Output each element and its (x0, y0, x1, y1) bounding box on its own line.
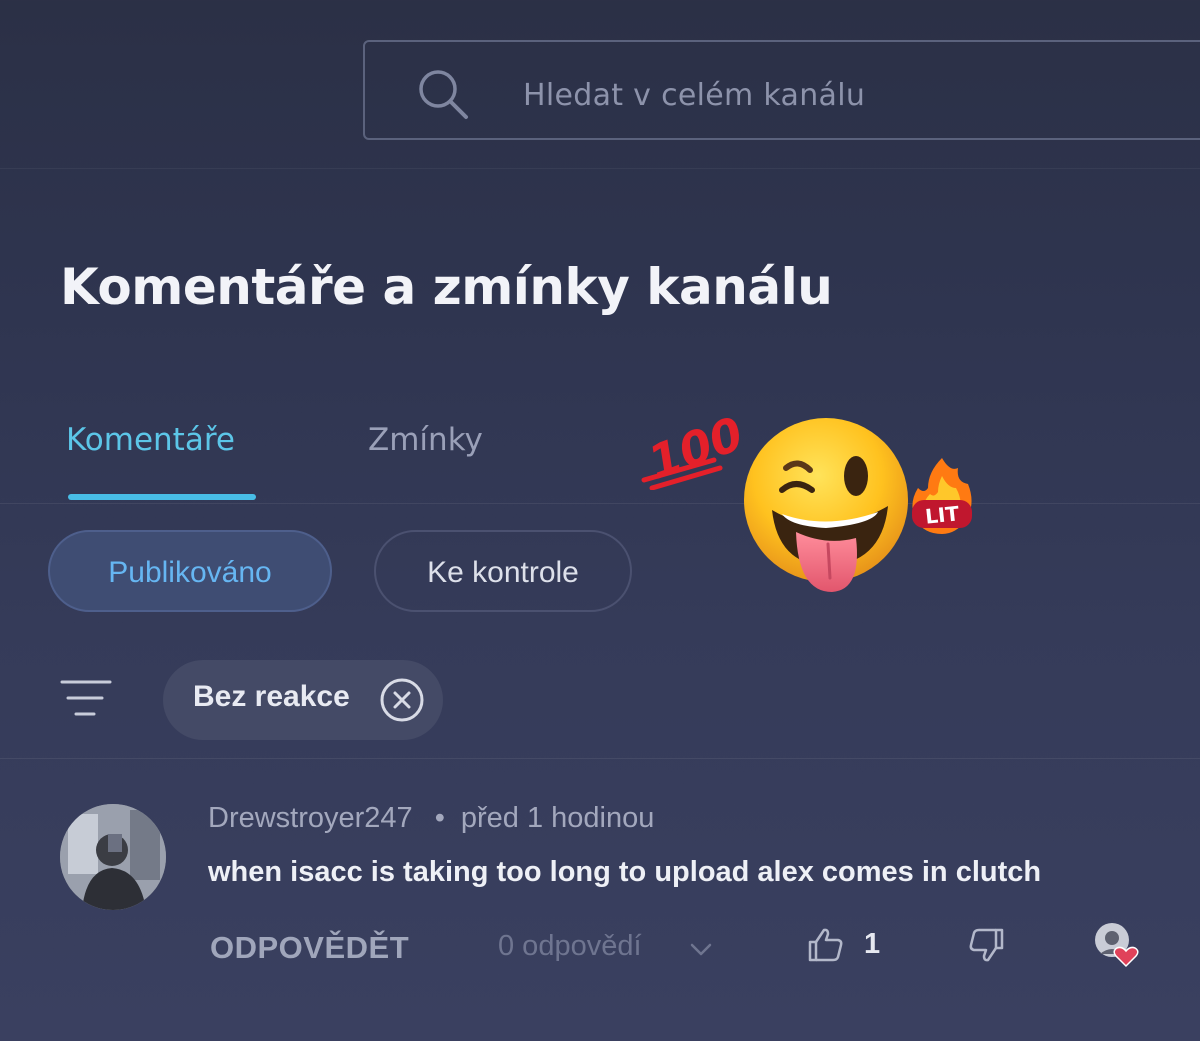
tab-comments[interactable]: Komentáře (66, 422, 235, 458)
like-icon[interactable] (806, 926, 844, 964)
chevron-down-icon[interactable] (688, 936, 714, 962)
search-input[interactable]: Hledat v celém kanálu (523, 78, 865, 113)
search-box[interactable]: Hledat v celém kanálu (363, 40, 1200, 140)
chip-for-review[interactable]: Ke kontrole (374, 530, 632, 612)
list-divider (0, 758, 1200, 759)
avatar[interactable] (60, 804, 166, 910)
comment-author[interactable]: Drewstroyer247 (208, 802, 413, 834)
chip-published[interactable]: Publikováno (48, 530, 332, 612)
sticker-group: 100 LIT (640, 410, 980, 610)
active-tab-indicator (68, 494, 256, 500)
page-title: Komentáře a zmínky kanálu (60, 258, 833, 316)
tab-mentions[interactable]: Zmínky (368, 422, 483, 458)
lit-fire-icon: LIT (912, 458, 972, 534)
topbar-divider (0, 168, 1200, 169)
comment-meta: Drewstroyer247 • před 1 hodinou (208, 802, 654, 835)
lit-text: LIT (924, 501, 961, 528)
hundred-points-icon: 100 (641, 410, 740, 490)
filter-chip-label: Bez reakce (193, 680, 350, 713)
tabs-divider (0, 503, 1200, 504)
replies-toggle[interactable]: 0 odpovědí (498, 930, 642, 963)
like-count: 1 (864, 928, 881, 960)
reply-button[interactable]: ODPOVĚDĚT (210, 930, 409, 966)
heart-icon[interactable] (1092, 920, 1140, 968)
comment-text: when isacc is taking too long to upload … (208, 856, 1042, 888)
filter-icon[interactable] (60, 678, 112, 718)
dislike-icon[interactable] (968, 926, 1006, 964)
avatar-photo (60, 804, 166, 910)
search-icon (419, 70, 468, 119)
winking-tongue-emoji-icon (744, 418, 908, 592)
filter-chip-no-reaction[interactable]: Bez reakce (163, 660, 443, 740)
meta-separator: • (434, 802, 445, 834)
close-icon[interactable] (379, 677, 425, 723)
comment-time[interactable]: před 1 hodinou (461, 802, 655, 834)
